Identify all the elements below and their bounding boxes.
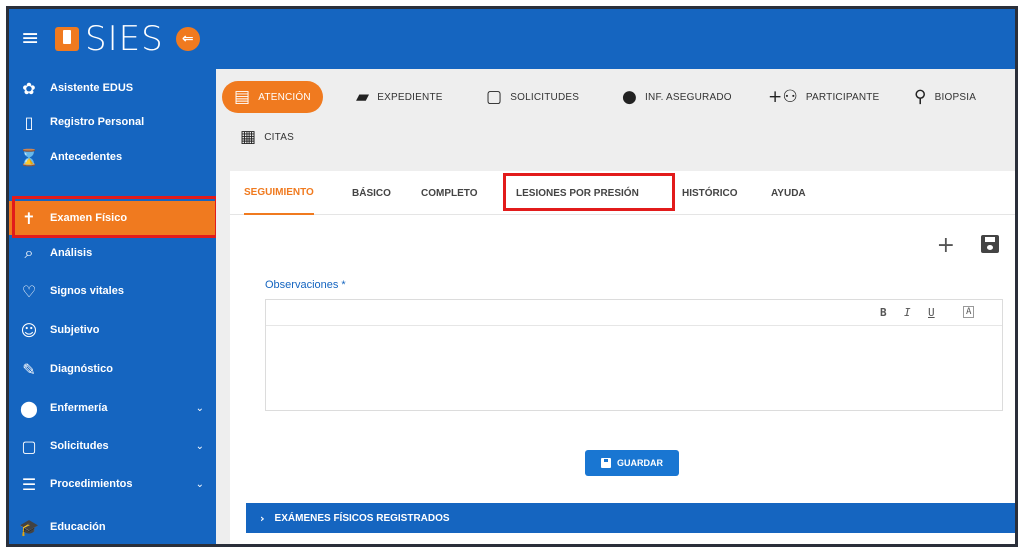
highlight-box-examen-fisico <box>12 196 218 238</box>
editor-toolbar: B I U A <box>266 300 1002 326</box>
hamburger-icon[interactable]: ≡ <box>21 28 51 50</box>
toolbar-button-label: CITAS <box>264 131 294 143</box>
heart-icon: ♡ <box>21 281 37 301</box>
highlight-box-lesiones-tab <box>503 173 675 211</box>
sidebar: ✿ Asistente EDUS ▯ Registro Personal ⌛ A… <box>9 69 216 544</box>
pencil-icon: ✎ <box>22 359 36 379</box>
sidebar-item-label: Procedimientos <box>50 478 133 490</box>
sidebar-item-label: Educación <box>50 521 106 533</box>
module-toolbar: ▤ ATENCIÓN ▰ EXPEDIENTE ▢ SOLICITUDES ● … <box>216 69 1015 165</box>
toolbar-button-label: ATENCIÓN <box>258 91 311 103</box>
top-bar: ≡ SIES ⇐ <box>9 9 1015 69</box>
arrow-left-circle-icon[interactable]: ⇐ <box>175 27 200 51</box>
inbox-icon: ▢ <box>21 436 37 456</box>
content-card: SEGUIMIENTO BÁSICO COMPLETO LESIONES POR… <box>230 171 1015 544</box>
location-icon: ⬤ <box>20 398 38 418</box>
toolbar-button-expediente[interactable]: ▰ EXPEDIENTE <box>356 81 443 113</box>
sidebar-item-asistente-edus[interactable]: ✿ Asistente EDUS <box>9 71 216 105</box>
toolbar-button-inf-asegurado[interactable]: ● INF. ASEGURADO <box>622 81 732 113</box>
italic-button[interactable]: I <box>904 306 911 319</box>
sidebar-item-signos-vitales[interactable]: ♡ Signos vitales <box>9 274 216 308</box>
sidebar-item-label: Solicitudes <box>50 440 109 452</box>
examenes-registrados-accordion[interactable]: › EXÁMENES FÍSICOS REGISTRADOS <box>246 503 1015 533</box>
app-window: ≡ SIES ⇐ ✿ Asistente EDUS ▯ Registro Per… <box>6 6 1018 547</box>
tab-ayuda[interactable]: AYUDA <box>771 171 806 215</box>
toolbar-button-label: INF. ASEGURADO <box>645 91 732 103</box>
smile-icon: ☺ <box>20 320 38 340</box>
list-icon: ☰ <box>21 474 37 494</box>
toolbar-button-participante[interactable]: +⚇ PARTICIPANTE <box>768 81 879 113</box>
add-group-icon: +⚇ <box>768 87 798 107</box>
sidebar-item-procedimientos[interactable]: ☰ Procedimientos ⌄ <box>9 467 216 501</box>
zoom-icon: ⌕ <box>24 243 34 262</box>
hourglass-icon: ⌛ <box>19 147 39 167</box>
folder-icon: ▰ <box>356 87 370 107</box>
sidebar-item-label: Signos vitales <box>50 285 124 297</box>
sidebar-item-label: Diagnóstico <box>50 363 113 375</box>
tablet-icon: ▯ <box>24 112 34 132</box>
sidebar-item-diagnostico[interactable]: ✎ Diagnóstico <box>9 352 216 386</box>
person-icon: ● <box>622 87 638 107</box>
toolbar-button-label: PARTICIPANTE <box>805 91 880 103</box>
tab-seguimiento[interactable]: SEGUIMIENTO <box>244 171 314 215</box>
id-card-icon: ▤ <box>234 87 251 107</box>
toolbar-button-biopsia[interactable]: ⚲ BIOPSIA <box>914 81 976 113</box>
underline-button[interactable]: U <box>928 306 935 319</box>
sidebar-item-label: Análisis <box>50 247 93 259</box>
main-content: ▤ ATENCIÓN ▰ EXPEDIENTE ▢ SOLICITUDES ● … <box>216 69 1015 544</box>
accordion-label: EXÁMENES FÍSICOS REGISTRADOS <box>274 512 450 524</box>
gear-icon: ✿ <box>22 78 36 98</box>
toolbar-button-label: EXPEDIENTE <box>377 91 443 103</box>
tab-historico[interactable]: HISTÓRICO <box>682 171 738 215</box>
tab-completo[interactable]: COMPLETO <box>421 171 477 215</box>
calendar-icon: ▦ <box>240 127 257 147</box>
sidebar-item-solicitudes[interactable]: ▢ Solicitudes ⌄ <box>9 429 216 463</box>
save-icon[interactable] <box>981 235 999 253</box>
logo-icon <box>55 27 79 51</box>
sidebar-item-label: Registro Personal <box>50 116 145 128</box>
plus-icon[interactable]: + <box>937 233 955 258</box>
sidebar-item-label: Asistente EDUS <box>50 82 134 94</box>
save-icon <box>601 458 611 468</box>
microscope-icon: ⚲ <box>914 87 927 107</box>
chevron-down-icon: ⌄ <box>195 440 204 452</box>
toolbar-button-solicitudes[interactable]: ▢ SOLICITUDES <box>486 81 579 113</box>
chevron-down-icon: ⌄ <box>195 402 204 414</box>
sidebar-item-label: Subjetivo <box>50 324 100 336</box>
toolbar-button-atencion[interactable]: ▤ ATENCIÓN <box>222 81 323 113</box>
sidebar-item-label: Antecedentes <box>50 151 123 163</box>
inbox-icon: ▢ <box>486 87 503 107</box>
chevron-right-icon: › <box>260 511 265 525</box>
sidebar-item-antecedentes[interactable]: ⌛ Antecedentes <box>9 140 216 174</box>
toolbar-button-citas[interactable]: ▦ CITAS <box>240 121 294 153</box>
sidebar-item-enfermeria[interactable]: ⬤ Enfermería ⌄ <box>9 391 216 425</box>
editor-text-area[interactable] <box>266 326 1002 410</box>
guardar-button-label: GUARDAR <box>617 458 663 468</box>
toolbar-button-label: BIOPSIA <box>934 91 977 103</box>
observaciones-editor[interactable]: B I U A <box>265 299 1003 411</box>
sidebar-item-analisis[interactable]: ⌕ Análisis <box>9 236 216 270</box>
sidebar-item-subjetivo[interactable]: ☺ Subjetivo <box>9 313 216 347</box>
sidebar-item-registro-personal[interactable]: ▯ Registro Personal <box>9 105 216 139</box>
sidebar-item-label: Enfermería <box>50 402 108 414</box>
observaciones-label: Observaciones * <box>265 279 346 291</box>
guardar-button[interactable]: GUARDAR <box>585 450 679 476</box>
app-name: SIES <box>85 19 164 59</box>
sidebar-item-educacion[interactable]: 🎓 Educación <box>9 510 216 544</box>
clear-format-button[interactable]: A <box>963 306 975 318</box>
toolbar-button-label: SOLICITUDES <box>510 91 580 103</box>
bold-button[interactable]: B <box>880 306 887 319</box>
tab-bar: SEGUIMIENTO BÁSICO COMPLETO LESIONES POR… <box>230 171 1015 215</box>
graduation-cap-icon: 🎓 <box>19 517 39 537</box>
tab-basico[interactable]: BÁSICO <box>352 171 391 215</box>
chevron-down-icon: ⌄ <box>195 478 204 490</box>
